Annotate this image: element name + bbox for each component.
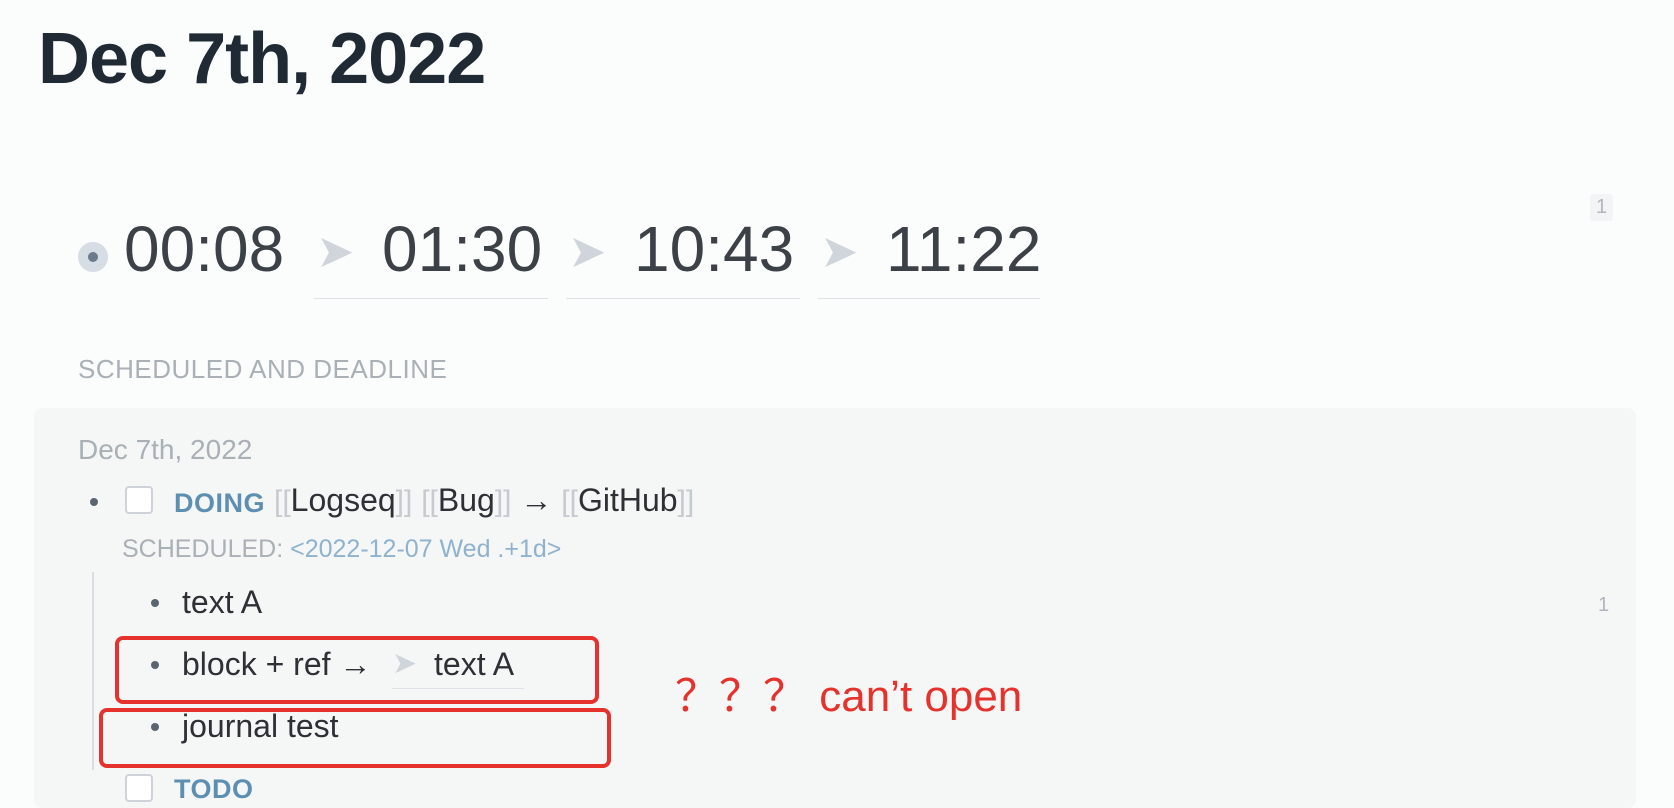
children-guide-line [92,572,94,770]
block-bullet[interactable] [78,242,108,272]
reference-count-badge[interactable]: 1 [1590,194,1614,221]
annotation-box-block-ref [115,636,599,704]
scheduled-date-link[interactable]: Dec 7th, 2022 [78,434,252,466]
task-marker-todo[interactable]: TODO [174,774,254,805]
annotation-box-journal-test [99,708,611,768]
task-checkbox[interactable] [125,486,153,514]
page-ref-github[interactable]: GitHub [578,482,678,518]
block-ref-3[interactable]: 11:22 [886,212,1041,286]
arrow-text: → [520,482,553,518]
scheduled-line: SCHEDULED: <2022-12-07 Wed .+1d> [122,535,561,564]
annotation-text: ？？？ can’t open [675,672,1023,721]
reference-count-badge[interactable]: 1 [1592,592,1615,619]
block-ref-arrow-icon: ➤ [820,225,859,277]
time-text: 00:08 [124,213,285,285]
block-ref-arrow-icon: ➤ [568,225,607,277]
block-bullet[interactable] [151,599,159,607]
page-ref-logseq[interactable]: Logseq [291,482,396,518]
task-checkbox[interactable] [125,774,153,802]
task-content: [[Logseq]] [[Bug]] → [[GitHub]] [274,482,695,518]
ref-underline [314,298,548,299]
block-ref-arrow-icon: ➤ [316,225,355,277]
page-title[interactable]: Dec 7th, 2022 [38,18,486,100]
scheduled-key: SCHEDULED: [122,535,284,563]
block-ref-2[interactable]: 10:43 [634,212,794,286]
section-label: SCHEDULED AND DEADLINE [78,354,448,384]
block-bullet[interactable] [90,498,98,506]
block-ref-1[interactable]: 01:30 [382,212,542,286]
scheduled-date-value[interactable]: <2022-12-07 Wed .+1d> [290,535,561,563]
child-block-text[interactable]: text A [182,584,262,621]
page-ref-bug[interactable]: Bug [438,482,495,518]
task-marker-doing[interactable]: DOING [174,488,265,519]
ref-underline [818,298,1040,299]
ref-underline [566,298,800,299]
